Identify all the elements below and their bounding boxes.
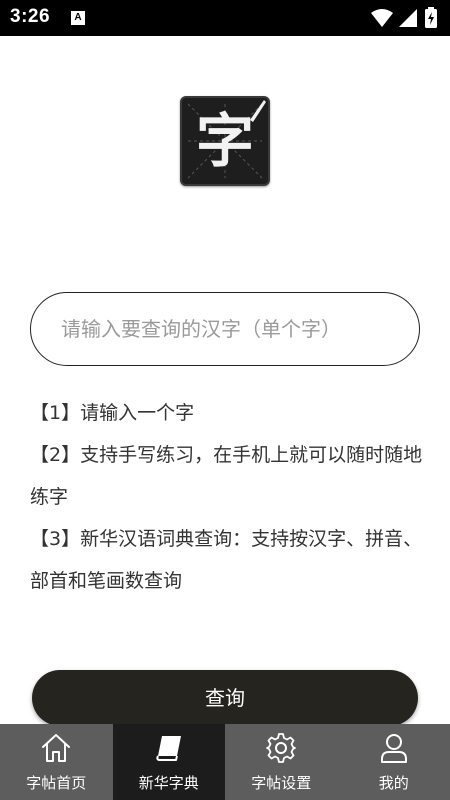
tab-label: 我的 bbox=[378, 774, 409, 792]
tab-copybook-home[interactable]: 字帖首页 bbox=[0, 724, 113, 800]
status-bar: 3:26 A bbox=[0, 0, 450, 36]
user-icon bbox=[380, 734, 407, 763]
query-button[interactable]: 查询 bbox=[32, 670, 418, 726]
tips-list: 【1】请输入一个字 【2】支持手写练习，在手机上就可以随时随地练字 【3】新华汉… bbox=[30, 392, 428, 602]
notification-a-icon: A bbox=[71, 11, 85, 25]
tip-item: 【3】新华汉语词典查询：支持按汉字、拼音、部首和笔画数查询 bbox=[30, 528, 423, 592]
gear-icon bbox=[266, 733, 296, 763]
tip-item: 【1】请输入一个字 bbox=[30, 402, 195, 424]
logo-character: 字 bbox=[195, 107, 254, 175]
status-time: 3:26 bbox=[10, 6, 51, 27]
bottom-tab-bar: 字帖首页 新华字典 字帖设置 我的 bbox=[0, 724, 450, 800]
tip-item: 【2】支持手写练习，在手机上就可以随时随地练字 bbox=[30, 444, 423, 508]
search-input[interactable] bbox=[61, 293, 401, 364]
wifi-icon bbox=[371, 9, 393, 27]
battery-charging-icon bbox=[425, 7, 437, 28]
tab-label: 新华字典 bbox=[138, 774, 199, 792]
tab-copybook-settings[interactable]: 字帖设置 bbox=[225, 724, 338, 800]
cell-signal-icon bbox=[399, 9, 417, 27]
status-icons bbox=[370, 7, 442, 29]
tab-label: 字帖设置 bbox=[251, 774, 312, 792]
search-box[interactable] bbox=[30, 292, 420, 366]
tab-mine[interactable]: 我的 bbox=[338, 724, 450, 800]
book-icon bbox=[155, 736, 181, 761]
home-icon bbox=[42, 734, 70, 762]
app-logo: 字 bbox=[180, 96, 270, 186]
tab-xinhua-dictionary[interactable]: 新华字典 bbox=[112, 724, 225, 800]
tab-label: 字帖首页 bbox=[26, 774, 87, 792]
